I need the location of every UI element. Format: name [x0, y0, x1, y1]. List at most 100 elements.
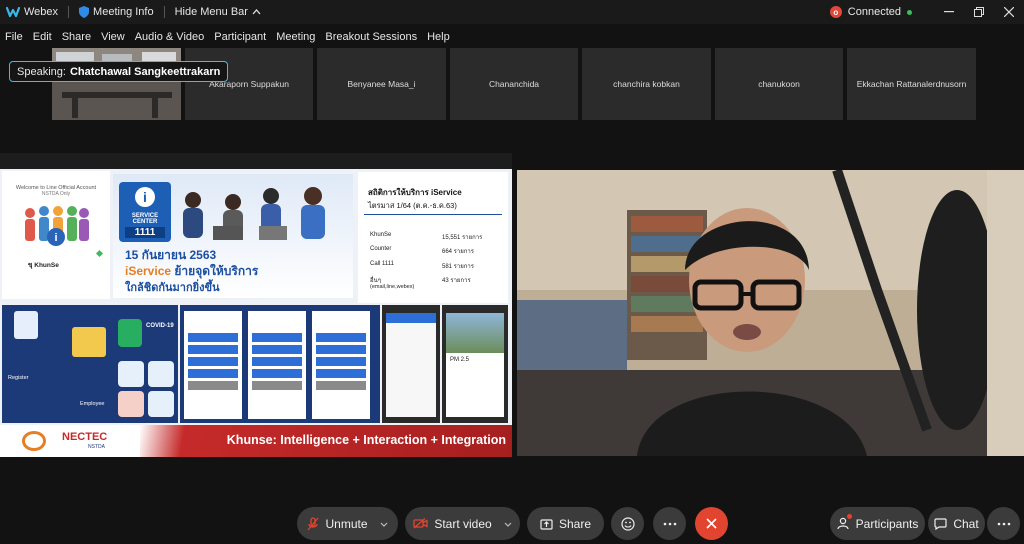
speaking-prefix: Speaking: [17, 65, 66, 78]
stat-value: 15,551 รายการ [442, 235, 483, 241]
stats-subtitle: ไตรมาส 1/64 (ต.ค.-ธ.ค.63) [368, 201, 457, 210]
unmute-label: Unmute [325, 516, 368, 531]
meeting-info-button[interactable]: Meeting Info [73, 6, 160, 18]
minimize-icon[interactable] [934, 0, 964, 24]
staff-photo [183, 187, 325, 240]
person-icon [837, 514, 852, 530]
hide-menu-bar-button[interactable]: Hide Menu Bar [169, 6, 267, 18]
participant-name: Chananchida [488, 79, 540, 89]
welcome-sub: NSTDA Only [41, 191, 71, 197]
menu-breakout-sessions[interactable]: Breakout Sessions [320, 31, 422, 43]
unmute-button[interactable]: Unmute [297, 507, 398, 540]
svg-text:i: i [54, 232, 57, 244]
participant-name: Benyanee Masa_i [347, 79, 416, 89]
slide-footer: NECTEC NSTDA Khunse: Intelligence + Inte… [0, 425, 512, 457]
menu-help[interactable]: Help [422, 31, 455, 43]
restore-icon[interactable] [964, 0, 994, 24]
participant-tile[interactable]: chanukoon [715, 48, 843, 120]
window-controls: o Connected [829, 0, 1024, 24]
chevron-up-icon [252, 9, 261, 15]
menu-screens-panel [180, 305, 380, 423]
participants-button[interactable]: Participants [830, 507, 925, 540]
people-group-icon: i [25, 206, 89, 246]
service-center-label: SERVICE CENTER [131, 213, 159, 225]
menu-share[interactable]: Share [57, 31, 96, 43]
participant-name: Ekkachan Rattanalerdnusorn [856, 79, 967, 89]
phone-mockup [382, 305, 440, 423]
end-meeting-button[interactable] [695, 507, 728, 540]
menu-screen [248, 311, 306, 419]
nstda-logo-icon [22, 431, 46, 451]
start-video-label: Start video [434, 516, 492, 531]
notification-dot [846, 514, 852, 519]
hospital-icon [118, 361, 144, 387]
connected-dot-icon [907, 9, 912, 15]
close-icon [706, 518, 717, 529]
participant-tile[interactable]: chanchira kobkan [582, 48, 711, 120]
participant-name: chanukoon [758, 79, 800, 89]
register-label: Register [8, 375, 29, 381]
stats-title: สถิติการให้บริการ iService [368, 188, 462, 197]
shared-content-area: Welcome to Line Official Account NSTDA O… [0, 153, 512, 457]
menu-screen [184, 311, 242, 419]
chat-button[interactable]: Chat [928, 507, 985, 540]
menu-audio-video[interactable]: Audio & Video [130, 31, 210, 43]
doctor-icon [148, 361, 174, 387]
hand-phone-icon [72, 327, 106, 357]
microphone-muted-icon [307, 516, 319, 531]
khunse-label: ขุ KhunSe [28, 262, 59, 269]
app-name: Webex [24, 6, 59, 18]
menu-view[interactable]: View [96, 31, 130, 43]
stat-note: (email,line,webex) [370, 284, 415, 290]
camera-off-icon [413, 518, 428, 529]
start-video-button[interactable]: Start video [405, 507, 520, 540]
smiley-icon [620, 516, 635, 531]
menu-edit[interactable]: Edit [28, 31, 57, 43]
stat-label: Call 1111 [370, 261, 395, 267]
stat-value: 664 รายการ [442, 249, 475, 255]
badge-icon [148, 391, 174, 417]
participant-tile[interactable]: Ekkachan Rattanalerdnusorn [847, 48, 976, 120]
speaker-video-thumbnail[interactable] [52, 48, 181, 120]
connection-status: o Connected [829, 6, 912, 18]
menu-participant[interactable]: Participant [209, 31, 271, 43]
nstda-label: NSTDA [88, 444, 105, 450]
stat-label: KhunSe [370, 232, 392, 238]
stats-card: สถิติการให้บริการ iService ไตรมาส 1/64 (… [358, 172, 508, 303]
connection-label: Connected [847, 6, 901, 18]
menu-meeting[interactable]: Meeting [271, 31, 320, 43]
menu-file[interactable]: File [0, 31, 28, 43]
presenter-image [517, 170, 1024, 456]
stat-value: 581 รายการ [442, 264, 475, 270]
svg-text:i: i [143, 189, 147, 205]
more-dots-icon [663, 522, 677, 526]
more-panels-button[interactable] [987, 507, 1020, 540]
share-button[interactable]: Share [527, 507, 604, 540]
chevron-down-icon[interactable] [380, 519, 388, 529]
participant-tile[interactable]: Benyanee Masa_i [317, 48, 446, 120]
menu-bar: File Edit Share View Audio & Video Parti… [0, 28, 455, 46]
iservice-banner: i SERVICE CENTER 1111 15 กันยายน 2563 iS… [113, 174, 353, 298]
recording-icon: o [829, 6, 842, 18]
presenter-video[interactable] [517, 170, 1024, 456]
share-screen-icon [540, 518, 553, 530]
webex-logo-icon [6, 6, 20, 18]
more-options-button[interactable] [653, 507, 686, 540]
participant-tile[interactable]: Chananchida [450, 48, 578, 120]
service-center-badge: i SERVICE CENTER 1111 [119, 182, 171, 242]
register-phone-icon [14, 311, 38, 339]
closer-text: ใกล้ชิดกันมากยิ่งขึ้น [125, 282, 220, 294]
line-official-panel: Register COVID-19 Employee [2, 305, 178, 423]
calendar-icon [118, 391, 144, 417]
divider [364, 214, 502, 215]
tagline: Khunse: Intelligence + Interaction + Int… [226, 433, 506, 447]
participant-tile[interactable]: Akaraporn Suppakun [185, 48, 313, 120]
room-background-image [52, 48, 181, 120]
star-icon [95, 249, 104, 258]
close-icon[interactable] [994, 0, 1024, 24]
share-label: Share [558, 516, 592, 531]
title-bar: Webex Meeting Info Hide Menu Bar o Conne… [0, 0, 1024, 24]
speaker-name: Chatchawal Sangkeettrakarn [69, 65, 221, 78]
reactions-button[interactable] [611, 507, 644, 540]
chevron-down-icon[interactable] [504, 519, 512, 529]
